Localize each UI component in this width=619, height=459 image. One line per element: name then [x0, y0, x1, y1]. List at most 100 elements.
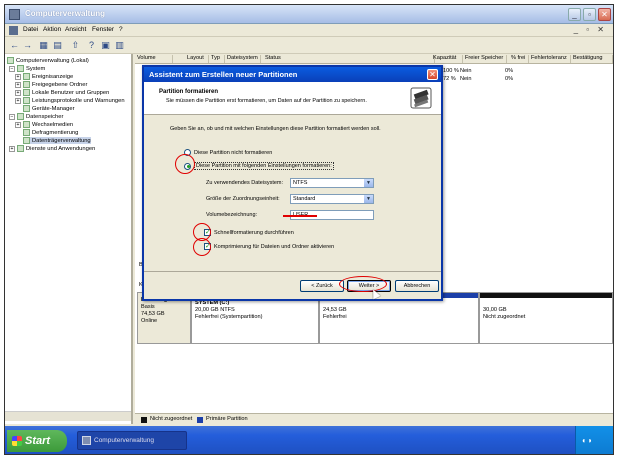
quick-format-option[interactable]: ✓ Schnellformatierung durchführen [204, 229, 294, 236]
column-header-type[interactable]: Typ [211, 55, 225, 63]
column-header-free-space[interactable]: Freier Speicher [465, 55, 507, 63]
app-icon[interactable] [9, 26, 18, 35]
row-1-fault-tolerance: Nein [460, 68, 472, 74]
row-1-percent-free: 100 % [443, 68, 459, 74]
tree-item-defragmentation[interactable]: Defragmentierung [23, 129, 78, 136]
dropdown-arrow-icon[interactable]: ▼ [364, 195, 373, 203]
defrag-icon [23, 129, 30, 136]
back-button[interactable]: < Zurück [300, 280, 344, 292]
disk-management-icon [23, 137, 30, 144]
tree-item-local-users[interactable]: + Lokale Benutzer und Gruppen [15, 89, 109, 96]
volume-label-label: Volumebezeichnung: [206, 212, 258, 218]
main-titlebar[interactable]: Computerverwaltung _ ▫ ✕ [5, 5, 613, 24]
wizard-close-button[interactable]: ✕ [427, 69, 438, 80]
wizard-body: Geben Sie an, ob und mit welchen Einstel… [144, 116, 441, 271]
maximize-button[interactable]: ▫ [583, 8, 596, 21]
menu-fenster[interactable]: Fenster [92, 26, 114, 33]
export-icon[interactable]: ⇧ [69, 39, 82, 52]
tools-icon [17, 65, 24, 72]
expand-icon[interactable]: + [15, 121, 21, 128]
expand-icon[interactable]: + [9, 145, 15, 152]
tree-item-event-viewer[interactable]: + Ereignisanzeige [15, 73, 73, 80]
filesystem-select[interactable]: NTFS ▼ [290, 178, 374, 188]
tree-item-storage[interactable]: − Datenspeicher [9, 113, 63, 120]
tree-item-device-manager[interactable]: Geräte-Manager [23, 105, 75, 112]
shared-folder-icon [23, 81, 30, 88]
dropdown-arrow-icon[interactable]: ▼ [364, 179, 373, 187]
partition-status: Fehlerfrei (Systempartition) [195, 314, 263, 320]
expand-icon[interactable]: + [15, 81, 21, 88]
help-icon[interactable]: ? [85, 39, 98, 52]
wizard-title: Assistent zum Erstellen neuer Partitione… [149, 70, 298, 79]
collapse-icon[interactable]: − [9, 65, 15, 72]
tree-item-shared-folders[interactable]: + Freigegebene Ordner [15, 81, 87, 88]
tree-horizontal-scrollbar[interactable] [5, 411, 131, 421]
column-header-percent-free[interactable]: % frei [511, 55, 529, 63]
legend-swatch-unallocated [141, 417, 147, 423]
legend-label-unallocated: Nicht zugeordnet [150, 416, 193, 422]
menu-datei[interactable]: Datei [23, 26, 38, 33]
tray-icons[interactable]: ◐◑ [582, 436, 592, 445]
storage-icon [17, 113, 24, 120]
removable-media-icon [23, 121, 30, 128]
tree-item-performance-logs[interactable]: + Leistungsprotokolle und Warnungen [15, 97, 125, 104]
expand-icon[interactable]: + [15, 89, 21, 96]
tree-item-removable-storage[interactable]: + Wechselmedien [15, 121, 73, 128]
menu-ansicht[interactable]: Ansicht [65, 26, 86, 33]
column-header-fault-tolerance[interactable]: Fehlertoleranz [531, 55, 571, 63]
column-header-capacity[interactable]: Kapazität [433, 55, 463, 63]
view-icon[interactable]: ▥ [113, 39, 126, 52]
windows-logo-icon [12, 436, 22, 446]
cluster-size-select[interactable]: Standard ▼ [290, 194, 374, 204]
properties-icon[interactable]: ▣ [99, 39, 112, 52]
screen: Computerverwaltung _ ▫ ✕ Datei Aktion An… [4, 4, 614, 455]
wizard-instruction: Geben Sie an, ob und mit welchen Einstel… [170, 126, 381, 132]
filesystem-label: Zu verwendendes Dateisystem: [206, 180, 284, 186]
cancel-button[interactable]: Abbrechen [395, 280, 439, 292]
up-level-icon[interactable]: ▦ [37, 39, 50, 52]
compression-option[interactable]: ✓ Komprimierung für Dateien und Ordner a… [204, 243, 334, 250]
disk-graphical-view: Datenträger 0 Basis 74,53 GB Online SYST… [135, 292, 613, 410]
tree-item-disk-management[interactable]: Datenträgerverwaltung [23, 137, 91, 144]
system-tray: ◐◑ [575, 426, 613, 454]
console-tree[interactable]: Computerverwaltung (Lokal) − System + Erei… [5, 54, 133, 424]
taskbar-item-computer-management[interactable]: Computerverwaltung [77, 431, 187, 450]
column-header-layout[interactable]: Layout [187, 55, 209, 63]
close-button[interactable]: ✕ [598, 8, 611, 21]
start-button[interactable]: Start [7, 430, 67, 452]
device-manager-icon [23, 105, 30, 112]
column-header-overhead[interactable]: Bestätigung [573, 55, 613, 63]
forward-arrow-icon[interactable]: → [21, 39, 34, 52]
wizard-titlebar[interactable]: Assistent zum Erstellen neuer Partitione… [144, 67, 441, 82]
option-no-format[interactable]: Diese Partition nicht formatieren [184, 149, 272, 156]
show-tree-icon[interactable]: ▤ [51, 39, 64, 52]
column-header-status[interactable]: Status [265, 55, 435, 63]
menu-aktion[interactable]: Aktion [43, 26, 61, 33]
menu-help[interactable]: ? [119, 26, 123, 33]
window-title: Computerverwaltung [25, 9, 106, 18]
option-format[interactable]: Diese Partition mit folgenden Einstellun… [184, 162, 334, 170]
document-window-controls[interactable]: _ ▫ ✕ [574, 25, 607, 34]
partition-unallocated[interactable]: 30,00 GB Nicht zugeordnet [479, 292, 613, 344]
collapse-icon[interactable]: − [9, 113, 15, 120]
expand-icon[interactable]: + [15, 97, 21, 104]
tree-item-computer-management[interactable]: Computerverwaltung (Lokal) [7, 57, 89, 64]
tree-item-services-applications[interactable]: + Dienste und Anwendungen [9, 145, 95, 152]
wizard-header: Partition formatieren Sie müssen die Par… [144, 82, 441, 115]
legend-swatch-primary [197, 417, 203, 423]
partition-size: 24,53 GB [323, 307, 347, 313]
column-header-volume[interactable]: Volume [137, 55, 173, 63]
row-1-overhead: 0% [505, 68, 514, 74]
row-2-overhead: 0% [505, 76, 514, 82]
back-arrow-icon[interactable]: ← [8, 39, 21, 52]
column-header-filesystem[interactable]: Dateisystem [227, 55, 261, 63]
minimize-button[interactable]: _ [568, 8, 581, 21]
annotation-circle-compression [193, 238, 211, 256]
taskbar: Start Computerverwaltung ◐◑ [5, 426, 613, 454]
volume-list-header: Volume Layout Typ Dateisystem Status Kap… [135, 54, 613, 64]
tree-item-system[interactable]: − System [9, 65, 45, 72]
wizard-footer: < Zurück Weiter > Abbrechen [144, 271, 441, 299]
legend-label-primary: Primäre Partition [206, 416, 248, 422]
expand-icon[interactable]: + [15, 73, 21, 80]
computer-management-icon [82, 436, 91, 445]
